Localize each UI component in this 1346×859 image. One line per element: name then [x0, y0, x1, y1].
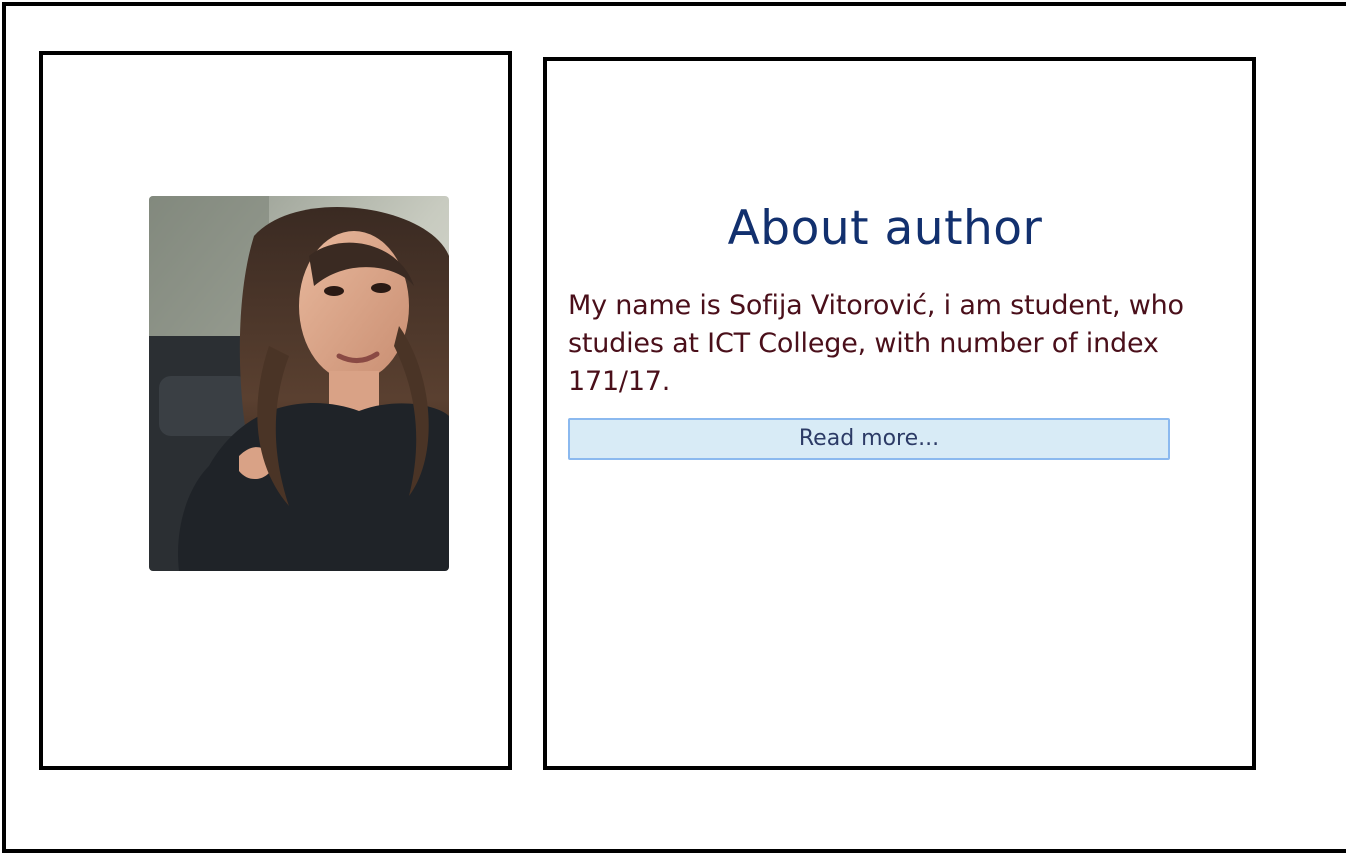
about-title: About author — [727, 201, 1043, 256]
author-photo — [149, 196, 449, 571]
author-portrait-icon — [149, 196, 449, 571]
about-panel: About author My name is Sofija Vitorović… — [543, 57, 1256, 770]
read-more-button[interactable]: Read more... — [568, 418, 1170, 460]
about-description: My name is Sofija Vitorović, i am studen… — [568, 290, 1184, 397]
photo-panel — [39, 51, 512, 770]
